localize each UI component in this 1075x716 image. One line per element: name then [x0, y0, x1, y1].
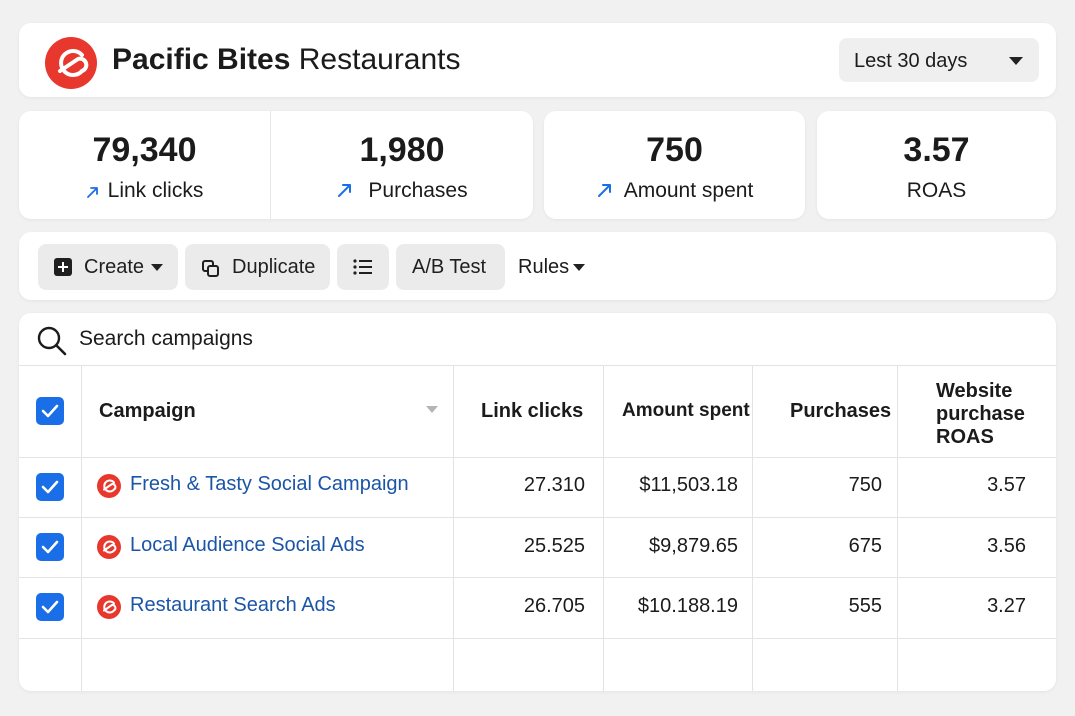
row-checkbox[interactable]: [36, 593, 64, 621]
column-divider: [453, 366, 454, 691]
brand-logo-icon: [45, 37, 97, 89]
search-input[interactable]: [79, 325, 779, 353]
list-icon: [353, 259, 372, 275]
duplicate-button-label: Duplicate: [232, 256, 316, 278]
kpi-amount-spent: 750 Amount spent: [544, 111, 805, 219]
column-header-roas-line1: Website: [936, 380, 1013, 402]
column-header-campaign[interactable]: Campaign: [99, 400, 196, 423]
trend-up-icon: [338, 184, 352, 197]
column-header-roas-line3: ROAS: [936, 426, 994, 448]
kpi-roas-label: ROAS: [906, 179, 967, 202]
rules-label: Rules: [518, 256, 570, 278]
cell-link-clicks: 25.525: [523, 535, 585, 557]
row-checkbox[interactable]: [36, 473, 64, 501]
row-divider: [19, 517, 1056, 518]
column-divider: [752, 366, 753, 691]
date-range-value: Lest 30 days: [854, 50, 968, 72]
campaign-toolbar: Create Duplicate A/B Test Rules: [19, 232, 1056, 300]
kpi-roas-value: 3.57: [903, 131, 970, 169]
cell-roas: 3.56: [987, 535, 1026, 557]
campaign-table: Campaign Link clicks Amount spent Purcha…: [19, 313, 1056, 691]
kpi-link-clicks: 79,340 Link clicks: [19, 111, 270, 219]
page-header: Pacific Bites Restaurants Lest 30 days: [19, 23, 1056, 97]
trend-up-icon: [86, 187, 98, 198]
app-title: Pacific Bites Restaurants: [112, 43, 461, 77]
create-button-label: Create: [84, 256, 145, 278]
cell-link-clicks: 26.705: [523, 595, 585, 617]
kpi-purchases-caption: Purchases: [271, 179, 533, 203]
kpi-link-clicks-value: 79,340: [92, 131, 197, 169]
chevron-down-icon: [151, 264, 163, 271]
kpi-link-clicks-label: Link clicks: [107, 179, 204, 202]
ab-test-button[interactable]: A/B Test: [396, 244, 505, 290]
kpi-amount-spent-value: 750: [646, 131, 703, 169]
trend-up-icon: [597, 184, 611, 197]
column-header-website-purchase-roas[interactable]: Website purchase ROAS: [936, 380, 1025, 449]
campaign-name-link[interactable]: Restaurant Search Ads: [130, 594, 336, 617]
sort-icon[interactable]: [426, 406, 438, 413]
column-header-link-clicks[interactable]: Link clicks: [481, 400, 583, 423]
ab-test-button-label: A/B Test: [412, 256, 487, 278]
chevron-down-icon: [573, 264, 585, 271]
chevron-down-icon: [1009, 57, 1023, 65]
column-header-roas-line2: purchase: [936, 403, 1025, 425]
rules-dropdown[interactable]: Rules: [518, 256, 585, 279]
cell-purchases: 675: [848, 535, 882, 557]
select-all-checkbox[interactable]: [36, 397, 64, 425]
app-title-suffix: Restaurants: [298, 43, 461, 76]
column-divider: [603, 366, 604, 691]
cell-amount-spent: $11,503.18: [639, 474, 738, 496]
cell-amount-spent: $9,879.65: [649, 535, 738, 557]
cell-link-clicks: 27.310: [523, 474, 585, 496]
column-header-amount-spent[interactable]: Amount spent: [622, 400, 750, 422]
kpi-group: 79,340 Link clicks 1,980 Purchases: [19, 111, 533, 219]
row-divider: [19, 577, 1056, 578]
app-title-brand: Pacific Bites: [112, 43, 291, 76]
campaign-brand-icon: [97, 535, 121, 559]
plus-icon: [54, 258, 72, 276]
check-icon: [41, 540, 59, 554]
duplicate-icon: [202, 260, 219, 277]
campaign-name-link[interactable]: Fresh & Tasty Social Campaign: [130, 473, 409, 496]
campaign-name-link[interactable]: Local Audience Social Ads: [130, 534, 365, 557]
row-divider: [19, 638, 1056, 639]
kpi-link-clicks-caption: Link clicks: [19, 179, 270, 203]
cell-roas: 3.57: [987, 474, 1026, 496]
kpi-purchases: 1,980 Purchases: [271, 111, 533, 219]
check-icon: [41, 404, 59, 418]
campaign-brand-icon: [97, 474, 121, 498]
search-icon: [37, 326, 67, 356]
campaign-brand-icon: [97, 595, 121, 619]
kpi-purchases-label: Purchases: [368, 179, 468, 202]
search-bar: [19, 313, 1056, 366]
row-divider: [19, 457, 1056, 458]
kpi-roas: 3.57 ROAS: [817, 111, 1056, 219]
kpi-amount-spent-label: Amount spent: [623, 179, 754, 202]
date-range-select[interactable]: Lest 30 days: [839, 38, 1039, 82]
duplicate-button[interactable]: Duplicate: [185, 244, 330, 290]
kpi-amount-spent-caption: Amount spent: [544, 179, 805, 203]
cell-purchases: 555: [848, 595, 882, 617]
cell-roas: 3.27: [987, 595, 1026, 617]
column-divider: [897, 366, 898, 691]
check-icon: [41, 600, 59, 614]
cell-purchases: 750: [848, 474, 882, 496]
kpi-purchases-value: 1,980: [359, 131, 445, 169]
cell-amount-spent: $10.188.19: [637, 595, 738, 617]
column-divider: [81, 366, 82, 691]
create-button[interactable]: Create: [38, 244, 178, 290]
check-icon: [41, 480, 59, 494]
column-header-purchases[interactable]: Purchases: [790, 400, 891, 423]
view-list-button[interactable]: [337, 244, 389, 290]
row-checkbox[interactable]: [36, 533, 64, 561]
